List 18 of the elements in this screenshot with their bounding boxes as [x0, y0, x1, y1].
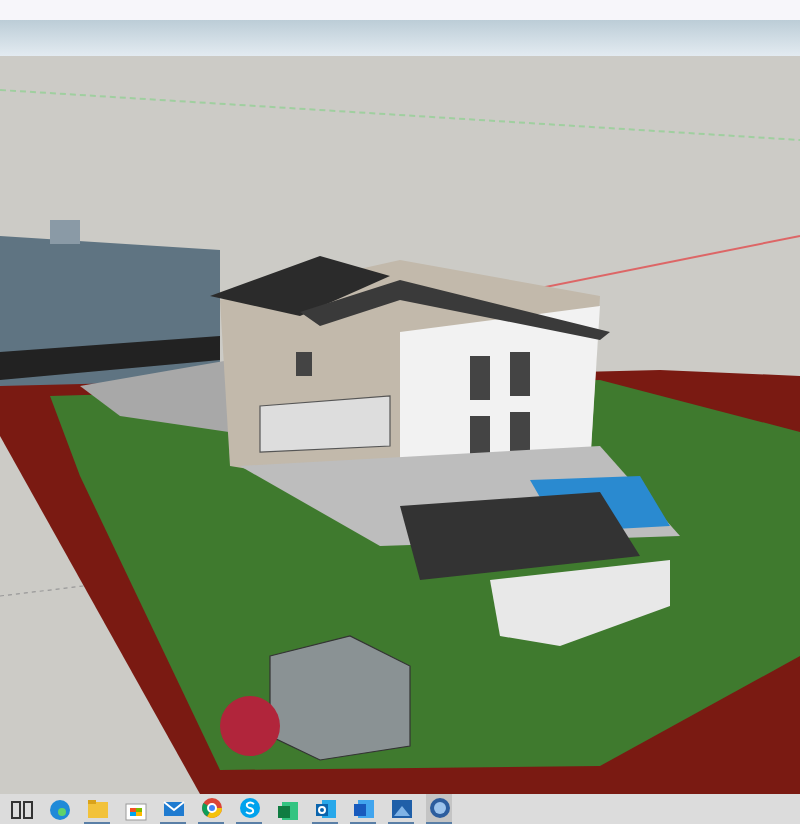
spreadsheet-icon: [275, 797, 299, 821]
photo-app-icon: [389, 796, 413, 820]
task-view-icon: [9, 797, 33, 821]
chat-app-icon: [237, 796, 261, 820]
modeling-app-icon: [427, 796, 451, 820]
taskbar-button[interactable]: [350, 794, 376, 824]
mail-app-icon: [313, 796, 337, 820]
document-app-icon: [351, 796, 375, 820]
browser-icon: [47, 797, 71, 821]
browser-icon: [199, 796, 223, 820]
mail-icon: [161, 796, 185, 820]
taskbar-button[interactable]: [388, 794, 414, 824]
taskbar-button[interactable]: [312, 794, 338, 824]
folder-icon: [85, 796, 109, 820]
taskbar-button[interactable]: [236, 794, 262, 824]
model-viewport[interactable]: [0, 56, 800, 794]
store-icon: [123, 797, 147, 821]
taskbar-button[interactable]: [198, 794, 224, 824]
